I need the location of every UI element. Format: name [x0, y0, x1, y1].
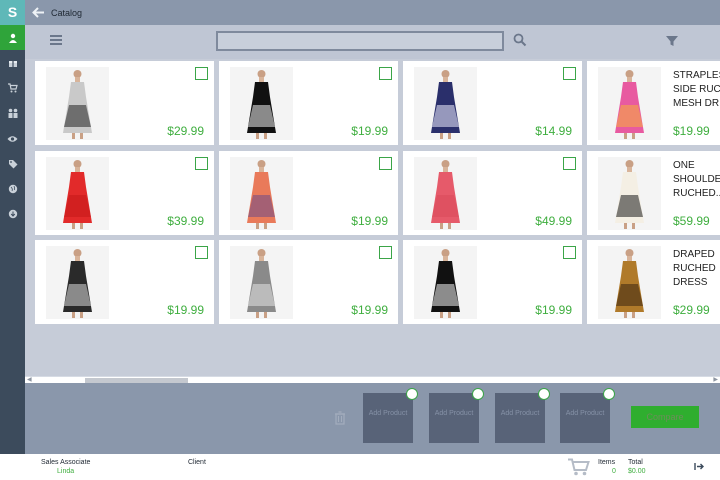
left-nav-rail: S	[0, 0, 25, 454]
product-name: STRAPLES SIDE RUCH MESH DR	[673, 70, 720, 109]
product-image[interactable]	[598, 157, 661, 230]
product-card[interactable]: $19.99	[403, 240, 582, 324]
compare-slot[interactable]: Add Product	[429, 388, 484, 443]
app-logo: S	[0, 0, 25, 25]
compare-slot-label: Add Product	[368, 410, 408, 417]
product-price: $39.99	[167, 214, 204, 228]
product-image[interactable]	[230, 157, 293, 230]
product-card[interactable]: $49.99	[403, 151, 582, 235]
product-price: $19.99	[673, 124, 710, 138]
product-price: $29.99	[167, 124, 204, 138]
compare-checkbox[interactable]	[195, 157, 208, 170]
compare-checkbox[interactable]	[379, 246, 392, 259]
remove-icon[interactable]	[472, 388, 484, 400]
product-image[interactable]	[598, 67, 661, 140]
product-card[interactable]: $39.99	[35, 151, 214, 235]
product-card[interactable]: $19.99	[219, 151, 398, 235]
compare-checkbox[interactable]	[195, 67, 208, 80]
compare-checkbox[interactable]	[379, 67, 392, 80]
product-price: $19.99	[535, 303, 572, 317]
download-icon[interactable]	[0, 201, 25, 226]
product-name: ONE SHOULDE RUCHED...	[673, 160, 720, 199]
search-input[interactable]	[216, 31, 504, 51]
compare-slot-label: Add Product	[565, 410, 605, 417]
compare-slot[interactable]: Add Product	[560, 388, 615, 443]
tag-icon[interactable]	[0, 151, 25, 176]
page-title: Catalog	[51, 7, 83, 18]
compare-checkbox[interactable]	[379, 157, 392, 170]
product-image[interactable]	[46, 67, 109, 140]
compare-tray: Add Product Add Product Add Product Add …	[25, 383, 720, 454]
remove-icon[interactable]	[538, 388, 550, 400]
sales-associate-value[interactable]: Linda	[57, 468, 74, 475]
product-image[interactable]	[414, 157, 477, 230]
total-value: $0.00	[628, 468, 646, 475]
product-image[interactable]	[230, 67, 293, 140]
product-card[interactable]: STRAPLES SIDE RUCH MESH DR $19.99	[587, 61, 720, 145]
compare-checkbox[interactable]	[195, 246, 208, 259]
toolbar	[25, 25, 720, 59]
product-price: $29.99	[673, 303, 710, 317]
product-image[interactable]	[46, 157, 109, 230]
total-label: Total	[628, 459, 643, 466]
items-label: Items	[598, 459, 616, 466]
product-card[interactable]: $29.99	[35, 61, 214, 145]
gift-icon[interactable]	[0, 50, 25, 75]
compare-slot[interactable]: Add Product	[363, 388, 418, 443]
globe-icon[interactable]	[0, 176, 25, 201]
product-card[interactable]: $19.99	[35, 240, 214, 324]
client-label[interactable]: Client	[188, 459, 206, 466]
cart-icon[interactable]	[568, 458, 590, 476]
remove-icon[interactable]	[603, 388, 615, 400]
product-grid: $29.99 $19.99 $14.99 STRAPLES SIDE RUCH MES…	[25, 59, 720, 376]
compare-slot-label: Add Product	[434, 410, 474, 417]
items-count: 0	[612, 468, 616, 475]
search-icon[interactable]	[513, 33, 527, 47]
back-arrow-icon[interactable]	[25, 0, 51, 25]
compare-button[interactable]: Compare	[631, 406, 699, 428]
product-image[interactable]	[598, 246, 661, 319]
compare-checkbox[interactable]	[563, 157, 576, 170]
product-price: $19.99	[351, 303, 388, 317]
product-price: $19.99	[167, 303, 204, 317]
product-card[interactable]: ONE SHOULDE RUCHED... $59.99	[587, 151, 720, 235]
product-price: $49.99	[535, 214, 572, 228]
product-price: $19.99	[351, 124, 388, 138]
compare-slot[interactable]: Add Product	[495, 388, 550, 443]
product-image[interactable]	[46, 246, 109, 319]
compare-slot-label: Add Product	[500, 410, 540, 417]
trash-icon[interactable]	[334, 411, 346, 425]
cart-icon[interactable]	[0, 75, 25, 100]
remove-icon[interactable]	[406, 388, 418, 400]
eye-icon[interactable]	[0, 126, 25, 151]
filter-icon[interactable]	[665, 34, 679, 48]
title-bar: Catalog	[25, 0, 720, 25]
compare-checkbox[interactable]	[563, 67, 576, 80]
product-image[interactable]	[414, 246, 477, 319]
product-price: $14.99	[535, 124, 572, 138]
product-card[interactable]: $19.99	[219, 61, 398, 145]
product-price: $59.99	[673, 214, 710, 228]
product-image[interactable]	[230, 246, 293, 319]
user-icon[interactable]	[0, 25, 25, 50]
compare-checkbox[interactable]	[563, 246, 576, 259]
sales-associate-label: Sales Associate	[41, 459, 91, 466]
horizontal-scrollbar[interactable]: ◀ ▶	[25, 376, 720, 383]
status-footer: Sales Associate Linda Client Items 0 Tot…	[0, 454, 720, 480]
group-icon[interactable]	[0, 100, 25, 125]
product-price: $19.99	[351, 214, 388, 228]
product-card[interactable]: DRAPED RUCHED DRESS $29.99	[587, 240, 720, 324]
product-name: DRAPED RUCHED DRESS	[673, 249, 716, 288]
product-card[interactable]: $14.99	[403, 61, 582, 145]
product-card[interactable]: $19.99	[219, 240, 398, 324]
menu-icon[interactable]	[50, 35, 62, 47]
product-image[interactable]	[414, 67, 477, 140]
logout-icon[interactable]	[694, 462, 704, 471]
